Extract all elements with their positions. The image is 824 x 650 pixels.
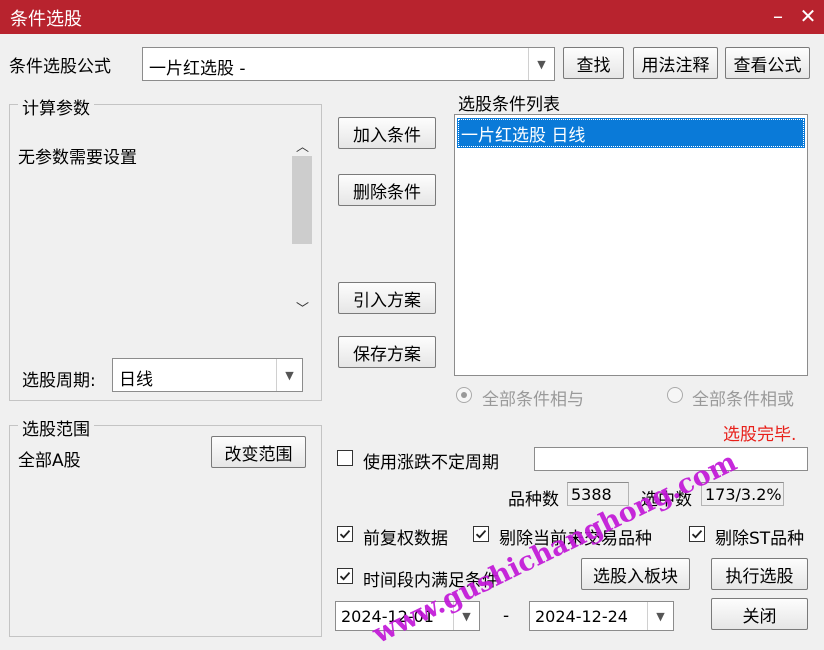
view-formula-button[interactable]: 查看公式 bbox=[725, 47, 810, 79]
exclude-st-checkbox[interactable] bbox=[689, 526, 705, 542]
params-none-text: 无参数需要设置 bbox=[18, 148, 137, 168]
or-radio-label: 全部条件相或 bbox=[692, 390, 794, 410]
range-value: 全部A股 bbox=[18, 451, 81, 471]
usage-notes-button[interactable]: 用法注释 bbox=[633, 47, 718, 79]
add-to-block-button[interactable]: 选股入板块 bbox=[581, 558, 690, 590]
chevron-down-icon[interactable]: ﹀ bbox=[296, 298, 309, 317]
date-separator: - bbox=[503, 606, 510, 626]
scrollbar-thumb[interactable] bbox=[292, 156, 312, 244]
close-button[interactable]: 关闭 bbox=[711, 598, 808, 630]
time-range-checkbox[interactable] bbox=[337, 568, 353, 584]
and-radio-label: 全部条件相与 bbox=[482, 390, 584, 410]
change-range-button[interactable]: 改变范围 bbox=[211, 436, 306, 468]
condition-listbox[interactable]: 一片红选股 日线 bbox=[454, 114, 808, 376]
formula-value: 一片红选股 - bbox=[149, 59, 246, 79]
and-radio[interactable] bbox=[456, 387, 472, 403]
exclude-untraded-checkbox[interactable] bbox=[473, 526, 489, 542]
condition-list-title: 选股条件列表 bbox=[458, 95, 560, 115]
chevron-down-icon[interactable]: ▼ bbox=[528, 48, 554, 80]
list-item[interactable]: 一片红选股 日线 bbox=[457, 118, 805, 148]
count-label: 品种数 bbox=[508, 490, 559, 510]
window-title: 条件选股 bbox=[10, 9, 82, 30]
or-radio[interactable] bbox=[667, 387, 683, 403]
minimize-icon[interactable]: – bbox=[766, 4, 790, 28]
chevron-down-icon[interactable]: ▼ bbox=[647, 602, 673, 630]
adjusted-label: 前复权数据 bbox=[363, 529, 448, 549]
import-plan-button[interactable]: 引入方案 bbox=[338, 282, 436, 314]
params-scrollbar[interactable]: ︿ ﹀ bbox=[290, 132, 314, 320]
exclude-st-label: 剔除ST品种 bbox=[715, 529, 805, 549]
status-text: 选股完毕. bbox=[723, 425, 797, 445]
volatile-period-checkbox[interactable] bbox=[337, 450, 353, 466]
volatile-period-label: 使用涨跌不定周期 bbox=[363, 453, 499, 473]
formula-label: 条件选股公式 bbox=[9, 57, 111, 77]
title-bar[interactable]: 条件选股 – ✕ bbox=[0, 0, 824, 34]
formula-combobox[interactable]: 一片红选股 - ▼ bbox=[142, 47, 555, 81]
adjusted-checkbox[interactable] bbox=[337, 526, 353, 542]
volatile-period-input[interactable] bbox=[534, 447, 808, 471]
period-label: 选股周期: bbox=[22, 371, 96, 391]
period-combobox[interactable]: 日线 ▼ bbox=[112, 358, 303, 392]
execute-button[interactable]: 执行选股 bbox=[711, 558, 808, 590]
end-date-picker[interactable]: 2024-12-24 ▼ bbox=[529, 601, 674, 631]
save-plan-button[interactable]: 保存方案 bbox=[338, 336, 436, 368]
find-button[interactable]: 查找 bbox=[563, 47, 624, 79]
delete-condition-button[interactable]: 删除条件 bbox=[338, 174, 436, 206]
close-icon[interactable]: ✕ bbox=[796, 4, 820, 28]
chevron-down-icon[interactable]: ▼ bbox=[276, 359, 302, 391]
range-group-title: 选股范围 bbox=[18, 415, 94, 440]
end-date-value: 2024-12-24 bbox=[535, 607, 628, 626]
add-condition-button[interactable]: 加入条件 bbox=[338, 117, 436, 149]
period-value: 日线 bbox=[119, 370, 153, 390]
chevron-up-icon[interactable]: ︿ bbox=[296, 136, 309, 155]
params-group-title: 计算参数 bbox=[18, 94, 94, 119]
